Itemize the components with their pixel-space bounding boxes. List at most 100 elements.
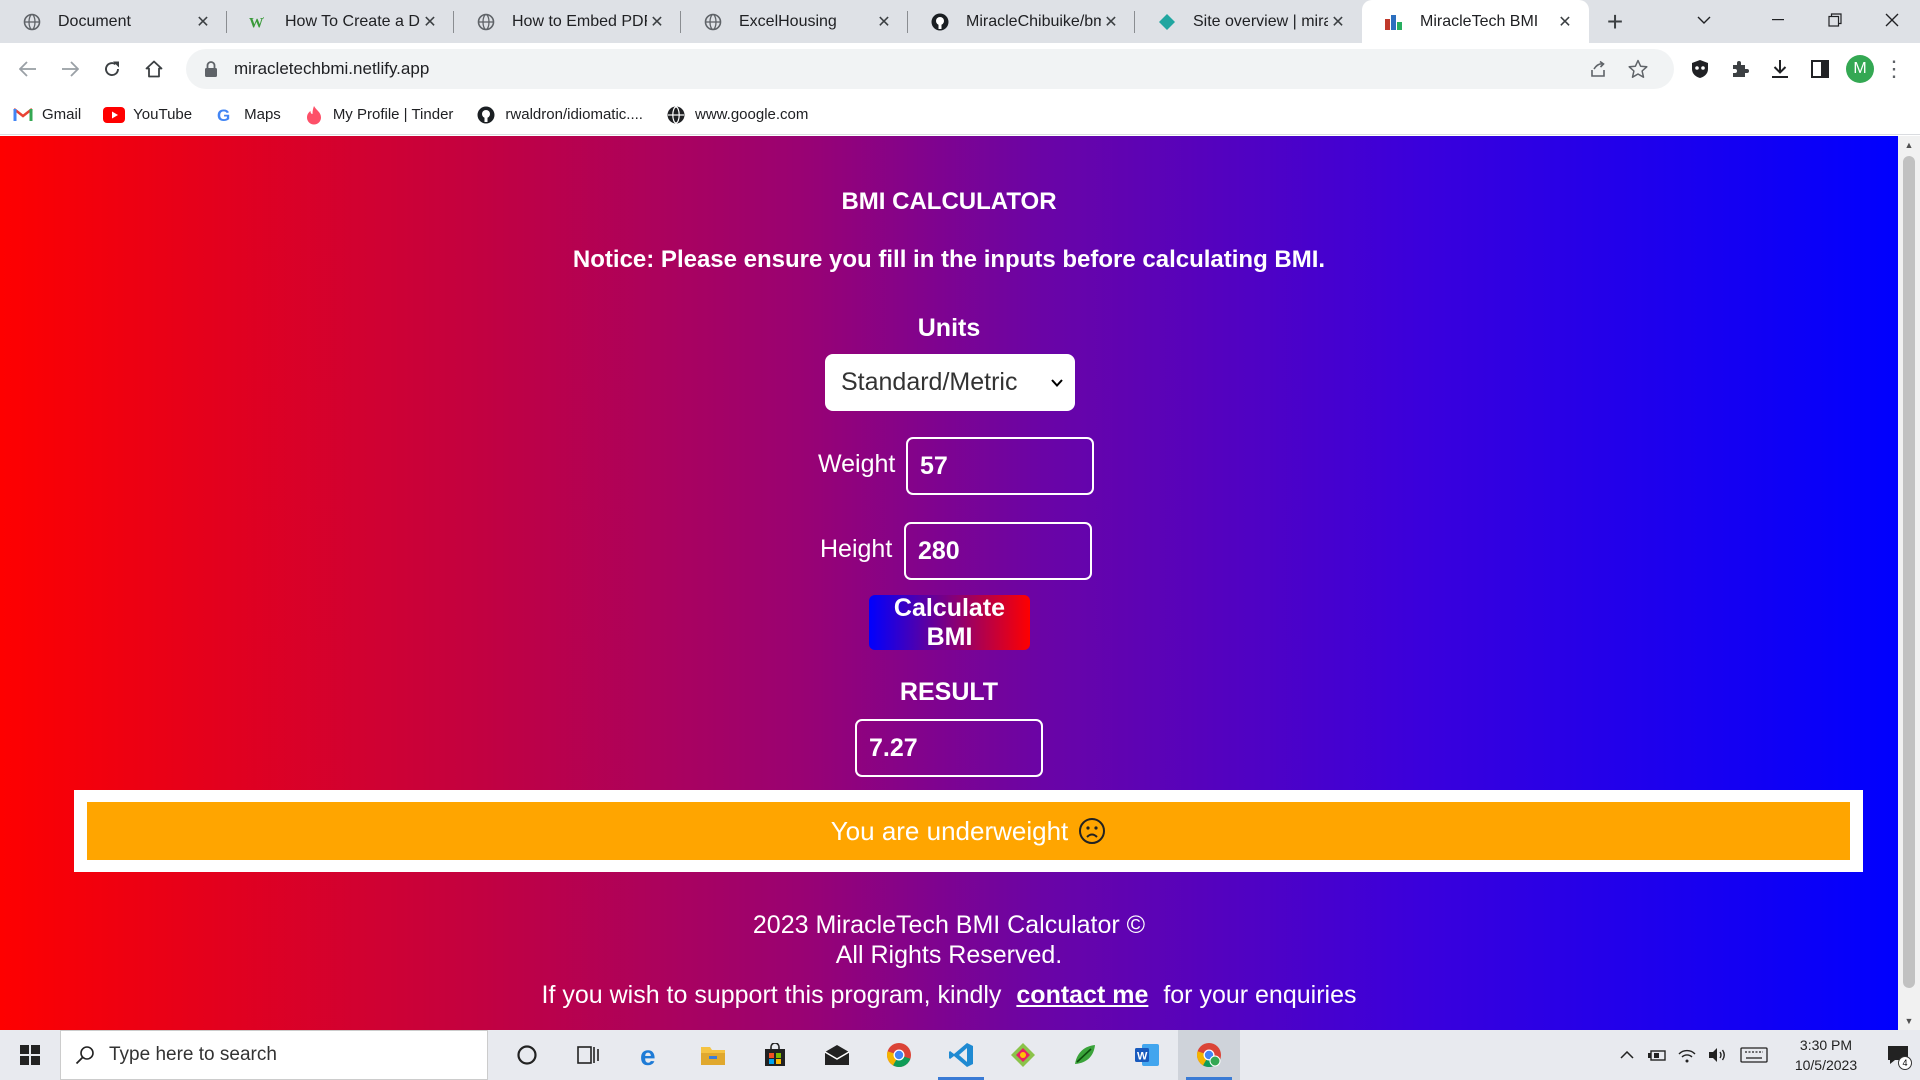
lock-icon[interactable] (204, 61, 220, 77)
home-button[interactable] (134, 49, 174, 89)
close-tab-icon[interactable]: ✕ (1555, 12, 1575, 32)
app-icon[interactable] (1054, 1030, 1116, 1080)
reload-button[interactable] (92, 49, 132, 89)
edge-icon[interactable]: e (620, 1030, 682, 1080)
footer-line-1: 2023 MiracleTech BMI Calculator © (752, 911, 1146, 939)
close-tab-icon[interactable]: ✕ (874, 12, 894, 32)
units-selected-value: Standard/Metric (841, 368, 1018, 396)
tab-strip: Document ✕ W' How To Create a Dow ✕ How … (0, 0, 1920, 43)
scrollbar-thumb[interactable] (1903, 156, 1915, 988)
bookmark-youtube[interactable]: YouTube (103, 104, 192, 126)
vscode-icon[interactable] (930, 1030, 992, 1080)
task-view-icon[interactable] (558, 1030, 620, 1080)
new-tab-button[interactable]: + (1595, 0, 1635, 43)
notification-center-icon[interactable]: 4 (1876, 1030, 1920, 1080)
wifi-icon[interactable] (1672, 1030, 1702, 1080)
tab-search-chevron-icon[interactable] (1679, 0, 1729, 40)
bookmark-maps[interactable]: G Maps (214, 104, 281, 126)
bookmark-label: YouTube (133, 106, 193, 123)
bookmarks-bar: Gmail YouTube G Maps My Profile | Tinder… (0, 95, 1920, 135)
result-label: RESULT (899, 678, 999, 706)
word-icon[interactable]: W (1116, 1030, 1178, 1080)
sad-face-icon (1078, 817, 1106, 845)
netlify-icon (1157, 12, 1177, 32)
weight-input[interactable]: 57 (906, 437, 1094, 495)
search-icon (75, 1045, 95, 1065)
bookmark-label: www.google.com (694, 106, 809, 123)
extension-shield-icon[interactable] (1680, 49, 1720, 89)
tab-title: Document (58, 12, 131, 30)
weight-label: Weight (818, 450, 896, 478)
contact-me-link[interactable]: contact me (1016, 981, 1148, 1009)
forward-button[interactable] (50, 49, 90, 89)
back-button[interactable] (8, 49, 48, 89)
globe-icon (703, 12, 723, 32)
bookmark-google[interactable]: www.google.com (665, 104, 808, 126)
close-tab-icon[interactable]: ✕ (647, 12, 667, 32)
height-input[interactable]: 280 (904, 522, 1092, 580)
close-tab-icon[interactable]: ✕ (1101, 12, 1121, 32)
profile-avatar[interactable]: M (1840, 49, 1880, 89)
toolbar-extensions: M ⋮ (1680, 49, 1908, 89)
chevron-up-icon[interactable] (1612, 1030, 1642, 1080)
store-icon[interactable] (744, 1030, 806, 1080)
close-window-button[interactable] (1863, 0, 1920, 40)
keyboard-icon[interactable] (1732, 1030, 1776, 1080)
minimize-button[interactable] (1749, 0, 1806, 40)
calculate-bmi-button[interactable]: Calculate BMI (869, 594, 1030, 651)
close-tab-icon[interactable]: ✕ (420, 12, 440, 32)
bookmark-rwaldron[interactable]: rwaldron/idiomatic.... (475, 104, 643, 126)
address-url[interactable]: miracletechbmi.netlify.app (234, 59, 1578, 79)
result-output[interactable]: 7.27 (855, 719, 1043, 777)
chrome-icon[interactable] (868, 1030, 930, 1080)
share-icon[interactable] (1578, 60, 1618, 78)
extensions-puzzle-icon[interactable] (1720, 49, 1760, 89)
gitkraken-icon[interactable] (992, 1030, 1054, 1080)
cortana-icon[interactable] (496, 1030, 558, 1080)
site-favicon (1384, 12, 1404, 32)
tab-github-repo[interactable]: MiracleChibuike/bmi ✕ (908, 0, 1135, 43)
page-scrollbar[interactable]: ▲ ▼ (1898, 136, 1920, 1030)
tab-wikihow[interactable]: W' How To Create a Dow ✕ (227, 0, 454, 43)
browser-menu-icon[interactable]: ⋮ (1880, 49, 1908, 89)
support-suffix: for your enquiries (1163, 981, 1357, 1009)
github-icon (475, 104, 497, 126)
bookmark-gmail[interactable]: Gmail (12, 104, 81, 126)
youtube-icon (103, 104, 126, 126)
bookmark-label: rwaldron/idiomatic.... (505, 106, 643, 123)
address-bar[interactable]: miracletechbmi.netlify.app (186, 49, 1674, 89)
units-label: Units (917, 314, 981, 342)
bookmark-tinder[interactable]: My Profile | Tinder (303, 104, 454, 126)
scroll-down-arrow-icon[interactable]: ▼ (1898, 1012, 1920, 1030)
bookmark-star-icon[interactable] (1618, 59, 1658, 79)
tab-netlify[interactable]: Site overview | mirac ✕ (1135, 0, 1362, 43)
close-tab-icon[interactable]: ✕ (193, 12, 213, 32)
google-icon: G (214, 104, 236, 126)
page-title: BMI CALCULATOR (841, 188, 1057, 215)
taskbar-clock[interactable]: 3:30 PM 10/5/2023 (1786, 1035, 1866, 1075)
scroll-up-arrow-icon[interactable]: ▲ (1898, 136, 1920, 154)
footer-support: If you wish to support this program, kin… (0, 981, 1898, 1010)
side-panel-icon[interactable] (1800, 49, 1840, 89)
download-icon[interactable] (1760, 49, 1800, 89)
tab-excelhousing[interactable]: ExcelHousing ✕ (681, 0, 908, 43)
battery-icon[interactable] (1642, 1030, 1672, 1080)
chrome-profile-icon[interactable] (1178, 1030, 1240, 1080)
taskbar-search-input[interactable]: Type here to search (60, 1030, 488, 1080)
svg-text:': ' (263, 15, 265, 24)
close-tab-icon[interactable]: ✕ (1328, 12, 1348, 32)
file-explorer-icon[interactable] (682, 1030, 744, 1080)
tab-embed-pdf[interactable]: How to Embed PDF f ✕ (454, 0, 681, 43)
mail-icon[interactable] (806, 1030, 868, 1080)
tab-miracletech-bmi[interactable]: MiracleTech BMI ✕ (1362, 0, 1589, 43)
start-button[interactable] (0, 1030, 60, 1080)
tinder-icon (303, 104, 325, 126)
units-select[interactable]: Standard/Metric (825, 354, 1075, 411)
restore-button[interactable] (1806, 0, 1863, 40)
clock-time: 3:30 PM (1799, 1037, 1853, 1053)
volume-icon[interactable] (1702, 1030, 1732, 1080)
tab-document[interactable]: Document ✕ (0, 0, 227, 43)
bookmark-label: My Profile | Tinder (332, 106, 454, 123)
gmail-icon (12, 104, 34, 126)
notification-count: 4 (1898, 1056, 1912, 1070)
